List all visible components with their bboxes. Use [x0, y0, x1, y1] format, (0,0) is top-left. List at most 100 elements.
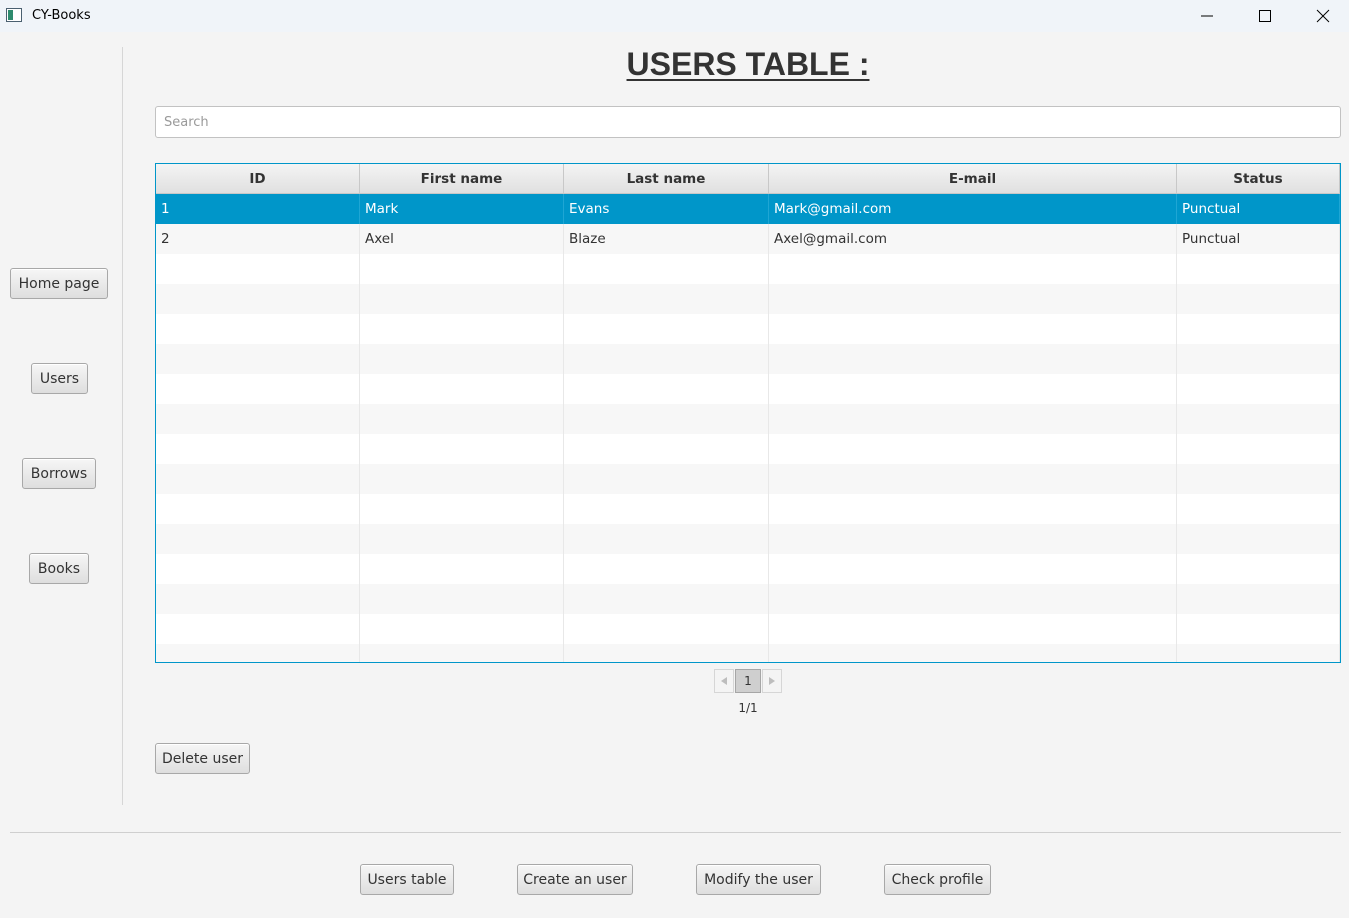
cell-email: Axel@gmail.com — [769, 224, 1177, 254]
table-body: 1 Mark Evans Mark@gmail.com Punctual 2 A… — [156, 194, 1340, 662]
cell-first-name: Axel — [360, 224, 564, 254]
empty-cell — [156, 614, 360, 644]
users-table-button[interactable]: Users table — [360, 864, 454, 895]
empty-cell — [769, 644, 1177, 662]
empty-cell — [360, 434, 564, 464]
empty-cell — [360, 254, 564, 284]
empty-cell — [156, 434, 360, 464]
next-page-button[interactable] — [762, 669, 782, 693]
window-title: CY-Books — [32, 8, 91, 23]
empty-table-row — [156, 554, 1340, 584]
empty-cell — [1177, 644, 1340, 662]
table-row[interactable]: 1 Mark Evans Mark@gmail.com Punctual — [156, 194, 1340, 224]
cell-email: Mark@gmail.com — [769, 194, 1177, 224]
empty-cell — [360, 614, 564, 644]
empty-cell — [360, 404, 564, 434]
cell-status: Punctual — [1177, 194, 1340, 224]
empty-cell — [156, 584, 360, 614]
empty-cell — [1177, 434, 1340, 464]
column-header-first-name[interactable]: First name — [360, 164, 564, 193]
minimize-button[interactable] — [1178, 0, 1236, 32]
empty-cell — [1177, 554, 1340, 584]
empty-cell — [360, 314, 564, 344]
empty-cell — [1177, 464, 1340, 494]
empty-cell — [1177, 344, 1340, 374]
empty-cell — [769, 254, 1177, 284]
empty-cell — [156, 284, 360, 314]
empty-table-row — [156, 254, 1340, 284]
empty-cell — [156, 554, 360, 584]
empty-cell — [360, 464, 564, 494]
empty-cell — [564, 464, 769, 494]
cell-last-name: Evans — [564, 194, 769, 224]
pagination: 1 — [714, 669, 782, 693]
empty-cell — [156, 314, 360, 344]
empty-cell — [360, 344, 564, 374]
column-header-status[interactable]: Status — [1177, 164, 1340, 193]
page-button-current[interactable]: 1 — [735, 669, 761, 693]
empty-cell — [156, 344, 360, 374]
chevron-left-icon — [721, 677, 727, 685]
sidebar-item-books[interactable]: Books — [29, 553, 89, 584]
empty-cell — [769, 464, 1177, 494]
table-header: ID First name Last name E-mail Status — [156, 164, 1340, 194]
empty-cell — [564, 524, 769, 554]
previous-page-button[interactable] — [714, 669, 734, 693]
empty-cell — [360, 374, 564, 404]
sidebar-divider — [122, 47, 123, 805]
close-button[interactable] — [1294, 0, 1349, 32]
empty-table-row — [156, 464, 1340, 494]
empty-table-row — [156, 314, 1340, 344]
empty-cell — [564, 374, 769, 404]
cell-id: 2 — [156, 224, 360, 254]
sidebar-item-home-page[interactable]: Home page — [10, 268, 108, 299]
search-input[interactable] — [155, 106, 1341, 138]
column-header-id[interactable]: ID — [156, 164, 360, 193]
empty-cell — [769, 374, 1177, 404]
table-row[interactable]: 2 Axel Blaze Axel@gmail.com Punctual — [156, 224, 1340, 254]
page-title: USERS TABLE : — [626, 46, 870, 82]
sidebar-item-users[interactable]: Users — [31, 363, 88, 394]
sidebar-item-borrows[interactable]: Borrows — [22, 458, 96, 489]
empty-table-row — [156, 584, 1340, 614]
app-icon — [6, 8, 22, 22]
empty-cell — [360, 554, 564, 584]
close-icon — [1316, 9, 1330, 23]
create-user-button[interactable]: Create an user — [517, 864, 633, 895]
empty-table-row — [156, 404, 1340, 434]
empty-table-row — [156, 374, 1340, 404]
check-profile-button[interactable]: Check profile — [884, 864, 991, 895]
empty-table-row — [156, 434, 1340, 464]
empty-table-row — [156, 284, 1340, 314]
empty-cell — [156, 644, 360, 662]
column-header-last-name[interactable]: Last name — [564, 164, 769, 193]
empty-cell — [564, 404, 769, 434]
delete-user-button[interactable]: Delete user — [155, 743, 250, 774]
empty-cell — [564, 554, 769, 584]
empty-cell — [769, 314, 1177, 344]
empty-cell — [1177, 494, 1340, 524]
cell-id: 1 — [156, 194, 360, 224]
empty-cell — [156, 404, 360, 434]
empty-cell — [564, 344, 769, 374]
empty-cell — [1177, 524, 1340, 554]
empty-cell — [156, 254, 360, 284]
users-table[interactable]: ID First name Last name E-mail Status 1 … — [155, 163, 1341, 663]
empty-cell — [769, 494, 1177, 524]
column-header-email[interactable]: E-mail — [769, 164, 1177, 193]
empty-cell — [564, 284, 769, 314]
minimize-icon — [1201, 15, 1213, 17]
empty-cell — [769, 284, 1177, 314]
empty-cell — [769, 404, 1177, 434]
maximize-button[interactable] — [1236, 0, 1294, 32]
empty-cell — [156, 374, 360, 404]
empty-table-row — [156, 494, 1340, 524]
empty-cell — [156, 494, 360, 524]
cell-status: Punctual — [1177, 224, 1340, 254]
empty-cell — [1177, 374, 1340, 404]
empty-cell — [769, 554, 1177, 584]
cell-last-name: Blaze — [564, 224, 769, 254]
footer-divider — [10, 832, 1341, 833]
modify-user-button[interactable]: Modify the user — [696, 864, 821, 895]
empty-cell — [1177, 404, 1340, 434]
